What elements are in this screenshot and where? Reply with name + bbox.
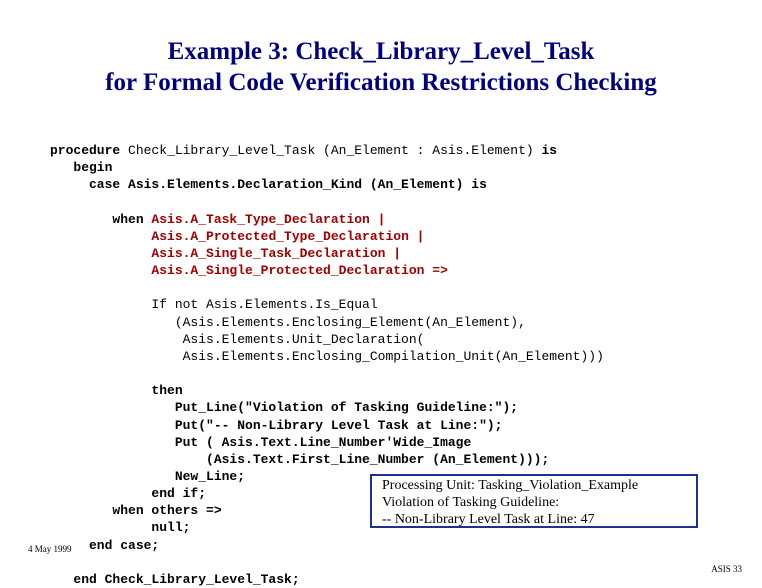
code-line: end Check_Library_Level_Task; [50, 572, 300, 587]
slide: Example 3: Check_Library_Level_Task for … [0, 0, 762, 588]
code-line: New_Line; [50, 469, 245, 484]
code-line: when [50, 212, 151, 227]
code-line: (Asis.Elements.Enclosing_Element(An_Elem… [50, 315, 526, 330]
code-line [50, 263, 151, 278]
footer-date: 4 May 1999 [28, 544, 72, 554]
callout-line-3: -- Non-Library Level Task at Line: 47 [382, 512, 686, 529]
code-line: Put ( Asis.Text.Line_Number'Wide_Image [50, 435, 471, 450]
code-line: (Asis.Text.First_Line_Number (An_Element… [50, 452, 549, 467]
code-kw-procedure: procedure [50, 143, 120, 158]
code-hl: Asis.A_Single_Protected_Declaration => [151, 263, 447, 278]
code-line: Put_Line("Violation of Tasking Guideline… [50, 400, 518, 415]
code-line: Asis.Elements.Enclosing_Compilation_Unit… [50, 349, 604, 364]
title-line-2: for Formal Code Verification Restriction… [105, 69, 657, 96]
footer-page: ASIS 33 [711, 564, 742, 574]
code-line: If not Asis.Elements.Is_Equal [50, 297, 378, 312]
code-text: Check_Library_Level_Task (An_Element : A… [120, 143, 541, 158]
callout-line-2: Violation of Tasking Guideline: [382, 495, 686, 512]
callout-line-1: Processing Unit: Tasking_Violation_Examp… [382, 478, 686, 495]
code-line [50, 246, 151, 261]
code-line: case Asis.Elements.Declaration_Kind (An_… [50, 177, 487, 192]
code-hl: Asis.A_Protected_Type_Declaration | [151, 229, 424, 244]
code-line: end if; [50, 486, 206, 501]
code-line: Put("-- Non-Library Level Task at Line:"… [50, 418, 502, 433]
code-kw-is: is [542, 143, 558, 158]
callout-box: Processing Unit: Tasking_Violation_Examp… [370, 474, 698, 528]
code-line: null; [50, 520, 190, 535]
code-line: begin [50, 160, 112, 175]
code-line: then [50, 383, 183, 398]
code-line [50, 229, 151, 244]
title-line-1: Example 3: Check_Library_Level_Task [168, 38, 595, 65]
code-line: when others => [50, 503, 222, 518]
code-hl: Asis.A_Single_Task_Declaration | [151, 246, 401, 261]
code-line: Asis.Elements.Unit_Declaration( [50, 332, 424, 347]
slide-title: Example 3: Check_Library_Level_Task for … [0, 0, 762, 99]
code-hl: Asis.A_Task_Type_Declaration | [151, 212, 385, 227]
